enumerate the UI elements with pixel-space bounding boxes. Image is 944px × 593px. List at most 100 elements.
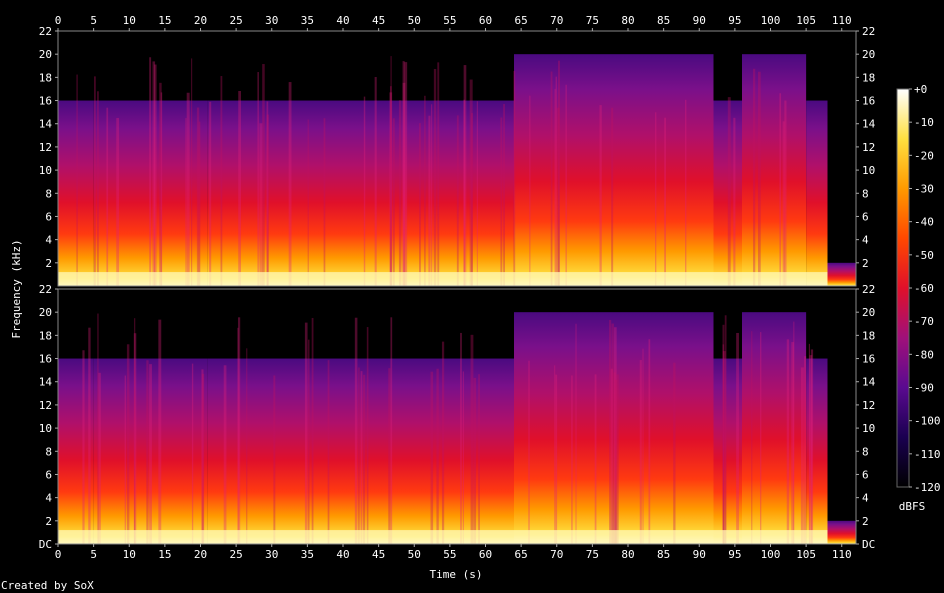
transient-line xyxy=(424,95,426,286)
transient-line xyxy=(82,350,85,544)
transient-line xyxy=(550,71,553,286)
y-axis-label: Frequency (kHz) xyxy=(10,239,23,338)
spectral-region-ch2-7 xyxy=(827,520,856,544)
x-tick-label: 85 xyxy=(657,14,670,27)
x-tick-label: 75 xyxy=(586,548,599,561)
transient-line xyxy=(311,317,314,544)
transient-line xyxy=(327,360,330,544)
x-tick-label: 10 xyxy=(123,14,136,27)
transient-line xyxy=(565,84,567,287)
y-tick-label: 10 xyxy=(39,422,52,435)
transient-line xyxy=(201,373,205,544)
y-tick-label-right: 10 xyxy=(862,422,875,435)
x-tick-label: 90 xyxy=(693,548,706,561)
transient-line xyxy=(237,317,241,544)
footer-credit: Created by SoX xyxy=(1,579,94,592)
transient-line xyxy=(655,112,657,286)
x-tick-label: 35 xyxy=(301,548,314,561)
y-tick-label: 14 xyxy=(39,376,53,389)
x-tick-label: 30 xyxy=(265,548,278,561)
spectral-region-ch1-5 xyxy=(742,54,807,286)
transient-line xyxy=(358,367,360,544)
x-tick-label: 60 xyxy=(479,548,492,561)
y-tick-label-right: 22 xyxy=(862,283,875,296)
transient-line xyxy=(196,107,200,286)
transient-line xyxy=(360,371,363,544)
x-tick-label: 50 xyxy=(408,548,421,561)
spectral-region-ch1-2 xyxy=(207,100,514,286)
transient-line xyxy=(430,371,434,544)
y-tick-label: 22 xyxy=(39,25,52,38)
x-tick-label: 15 xyxy=(158,548,171,561)
x-tick-label: 105 xyxy=(796,14,816,27)
transient-line xyxy=(191,58,193,287)
colorbar-tick-label: -40 xyxy=(914,216,934,229)
y-tick-label: 12 xyxy=(39,399,52,412)
y-tick-label-right: DC xyxy=(862,538,875,551)
colorbar-tick-label: -90 xyxy=(914,382,934,395)
transient-line xyxy=(557,60,560,286)
y-tick-label: 8 xyxy=(45,445,52,458)
transient-line xyxy=(760,332,762,544)
colorbar-tick-label: -70 xyxy=(914,315,934,328)
transient-line xyxy=(513,70,516,286)
transient-line xyxy=(727,97,731,287)
colorbar-gradient xyxy=(896,88,910,488)
transient-line xyxy=(97,91,99,287)
colorbar-tick-label: -50 xyxy=(914,249,934,262)
transient-line xyxy=(476,101,478,286)
y-tick-label: 16 xyxy=(39,95,52,108)
spectral-region-ch1-6 xyxy=(806,100,828,286)
y-tick-label-right: 2 xyxy=(862,257,869,270)
transient-line xyxy=(288,82,292,286)
y-tick-label: 14 xyxy=(39,118,53,131)
transient-line xyxy=(262,64,265,286)
spectrogram-chart: 0055101015152020252530303535404045455050… xyxy=(1,14,941,592)
transient-line xyxy=(685,99,687,286)
transient-line xyxy=(473,377,477,544)
y-tick-label: 10 xyxy=(39,164,52,177)
y-tick-label: 4 xyxy=(45,234,52,247)
transient-line xyxy=(648,339,651,544)
transient-line xyxy=(571,375,573,544)
x-tick-label: 100 xyxy=(761,14,781,27)
y-tick-label: 16 xyxy=(39,353,52,366)
transient-line xyxy=(116,117,120,287)
transient-line xyxy=(97,313,99,544)
transient-line xyxy=(390,56,392,286)
transient-line xyxy=(611,107,614,286)
transient-line xyxy=(736,332,739,544)
transient-line xyxy=(126,344,130,544)
transient-line xyxy=(594,374,597,544)
transient-line xyxy=(433,68,437,286)
transient-line xyxy=(810,349,814,544)
y-tick-label: 2 xyxy=(45,257,52,270)
y-tick-label-right: 8 xyxy=(862,187,869,200)
transient-line xyxy=(238,90,242,286)
transient-line xyxy=(88,327,91,544)
colorbar-label: dBFS xyxy=(899,500,926,513)
low-frequency-band xyxy=(58,530,828,544)
y-tick-label: 2 xyxy=(45,515,52,528)
y-tick-label: DC xyxy=(39,538,52,551)
x-tick-label: 50 xyxy=(408,14,421,27)
transient-line xyxy=(436,368,439,544)
x-tick-label: 75 xyxy=(586,14,599,27)
y-tick-label-right: 16 xyxy=(862,353,875,366)
transient-line xyxy=(503,103,505,287)
y-tick-label-right: 18 xyxy=(862,71,875,84)
y-tick-label-right: 4 xyxy=(862,492,869,505)
transient-line xyxy=(419,123,421,286)
colorbar: +0 -10 -20 -30 -40 -50 -60 -70 -80 -90 -100 -110 -12… xyxy=(896,83,941,494)
transient-line xyxy=(124,375,126,544)
transient-line xyxy=(98,372,101,544)
y-tick-label-right: 16 xyxy=(862,95,875,108)
transient-line xyxy=(460,332,462,544)
colorbar-tick-label: -30 xyxy=(914,183,934,196)
transient-line xyxy=(791,342,794,544)
x-tick-label: 80 xyxy=(621,548,634,561)
x-tick-label: 65 xyxy=(515,14,528,27)
x-tick-label: 20 xyxy=(194,548,207,561)
y-tick-label-right: 12 xyxy=(862,141,875,154)
x-tick-label: 0 xyxy=(55,548,62,561)
